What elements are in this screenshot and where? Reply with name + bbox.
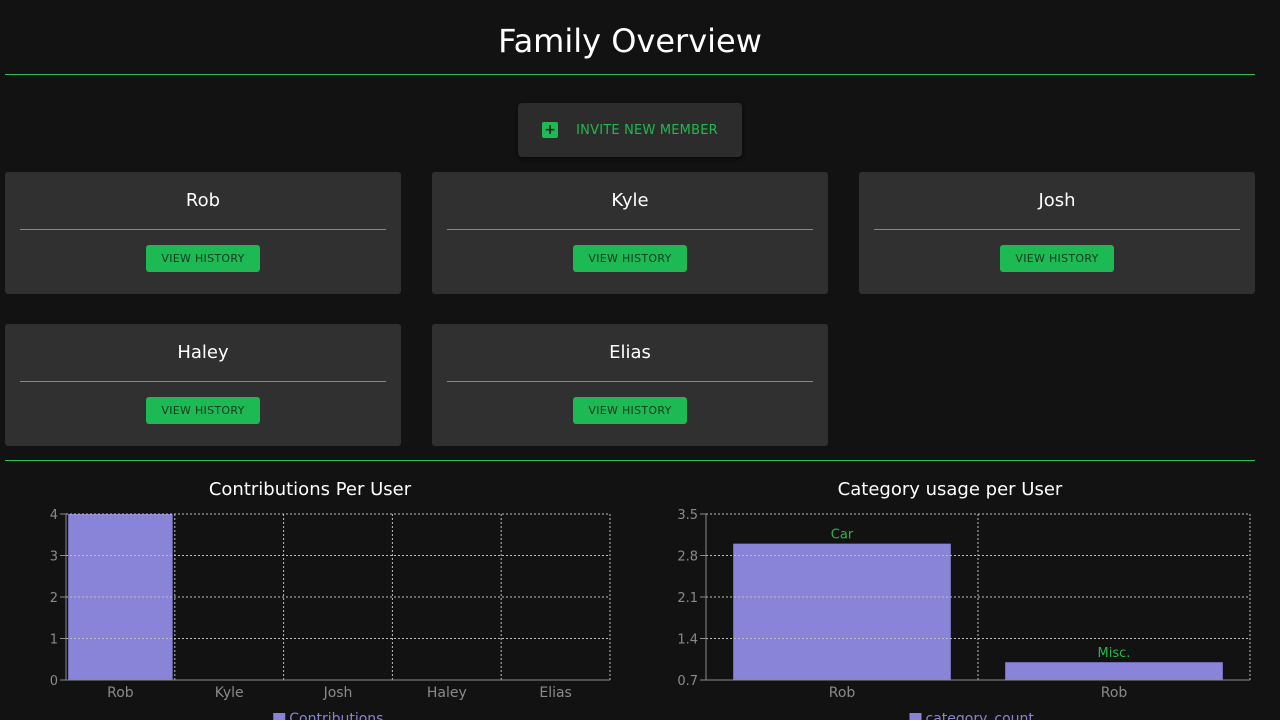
y-tick-label: 1.4 bbox=[677, 633, 698, 648]
bar-label: Car bbox=[831, 528, 854, 543]
member-name: Rob bbox=[185, 190, 221, 211]
section-divider bbox=[5, 460, 1255, 461]
y-tick-label: 2.8 bbox=[677, 550, 698, 565]
chart-bar bbox=[733, 543, 951, 680]
header-divider bbox=[5, 74, 1255, 75]
x-tick-label: Rob bbox=[829, 685, 856, 701]
card-divider bbox=[874, 229, 1240, 230]
category-chart-title: Category usage per User bbox=[837, 479, 1063, 500]
member-name: Josh bbox=[1038, 190, 1076, 211]
contributions-chart-title: Contributions Per User bbox=[208, 479, 412, 500]
legend-swatch bbox=[909, 713, 922, 720]
member-name: Elias bbox=[609, 342, 651, 363]
y-tick-label: 2 bbox=[50, 591, 58, 606]
category-usage-chart: Car Misc. 0.7 1.4 2.1 2.8 3.5 Rob Rob category_co… bbox=[677, 508, 1251, 720]
view-history-button[interactable]: VIEW HISTORY bbox=[573, 245, 687, 272]
member-card-elias: Elias VIEW HISTORY bbox=[432, 324, 828, 446]
view-history-button[interactable]: VIEW HISTORY bbox=[146, 397, 260, 424]
member-name: Kyle bbox=[611, 190, 649, 211]
y-tick-label: 0.7 bbox=[677, 674, 698, 689]
member-card-josh: Josh VIEW HISTORY bbox=[859, 172, 1255, 294]
y-tick-label: 0 bbox=[50, 674, 58, 689]
chart-bar bbox=[1005, 662, 1223, 680]
x-tick-label: Haley bbox=[427, 685, 467, 701]
member-card-haley: Haley VIEW HISTORY bbox=[5, 324, 401, 446]
contributions-chart: 0 1 2 3 4 Rob Kyle Josh Haley Elias Contributions bbox=[50, 508, 611, 720]
x-tick-label: Rob bbox=[107, 685, 134, 701]
legend-label: Contributions bbox=[289, 711, 383, 720]
y-tick-label: 1 bbox=[50, 633, 58, 648]
x-tick-label: Kyle bbox=[215, 685, 244, 701]
x-tick-label: Rob bbox=[1101, 685, 1128, 701]
legend-label: category_count bbox=[926, 711, 1035, 720]
view-history-button[interactable]: VIEW HISTORY bbox=[1000, 245, 1114, 272]
member-name: Haley bbox=[177, 342, 229, 363]
invite-button-label: INVITE NEW MEMBER bbox=[576, 122, 718, 138]
bar-label: Misc. bbox=[1098, 646, 1131, 661]
card-divider bbox=[447, 381, 813, 382]
y-tick-label: 2.1 bbox=[677, 591, 698, 606]
page-title: Family Overview bbox=[498, 22, 762, 60]
x-tick-label: Elias bbox=[539, 685, 572, 701]
card-divider bbox=[447, 229, 813, 230]
y-tick-label: 4 bbox=[50, 508, 58, 523]
y-tick-label: 3.5 bbox=[677, 508, 698, 523]
card-divider bbox=[20, 381, 386, 382]
plus-square-icon: + bbox=[542, 122, 559, 138]
view-history-button[interactable]: VIEW HISTORY bbox=[146, 245, 260, 272]
card-divider bbox=[20, 229, 386, 230]
invite-new-member-button[interactable]: + INVITE NEW MEMBER bbox=[518, 103, 742, 157]
x-tick-label: Josh bbox=[323, 685, 353, 701]
legend-swatch bbox=[273, 713, 286, 720]
member-card-kyle: Kyle VIEW HISTORY bbox=[432, 172, 828, 294]
y-tick-label: 3 bbox=[50, 550, 58, 565]
view-history-button[interactable]: VIEW HISTORY bbox=[573, 397, 687, 424]
member-card-rob: Rob VIEW HISTORY bbox=[5, 172, 401, 294]
